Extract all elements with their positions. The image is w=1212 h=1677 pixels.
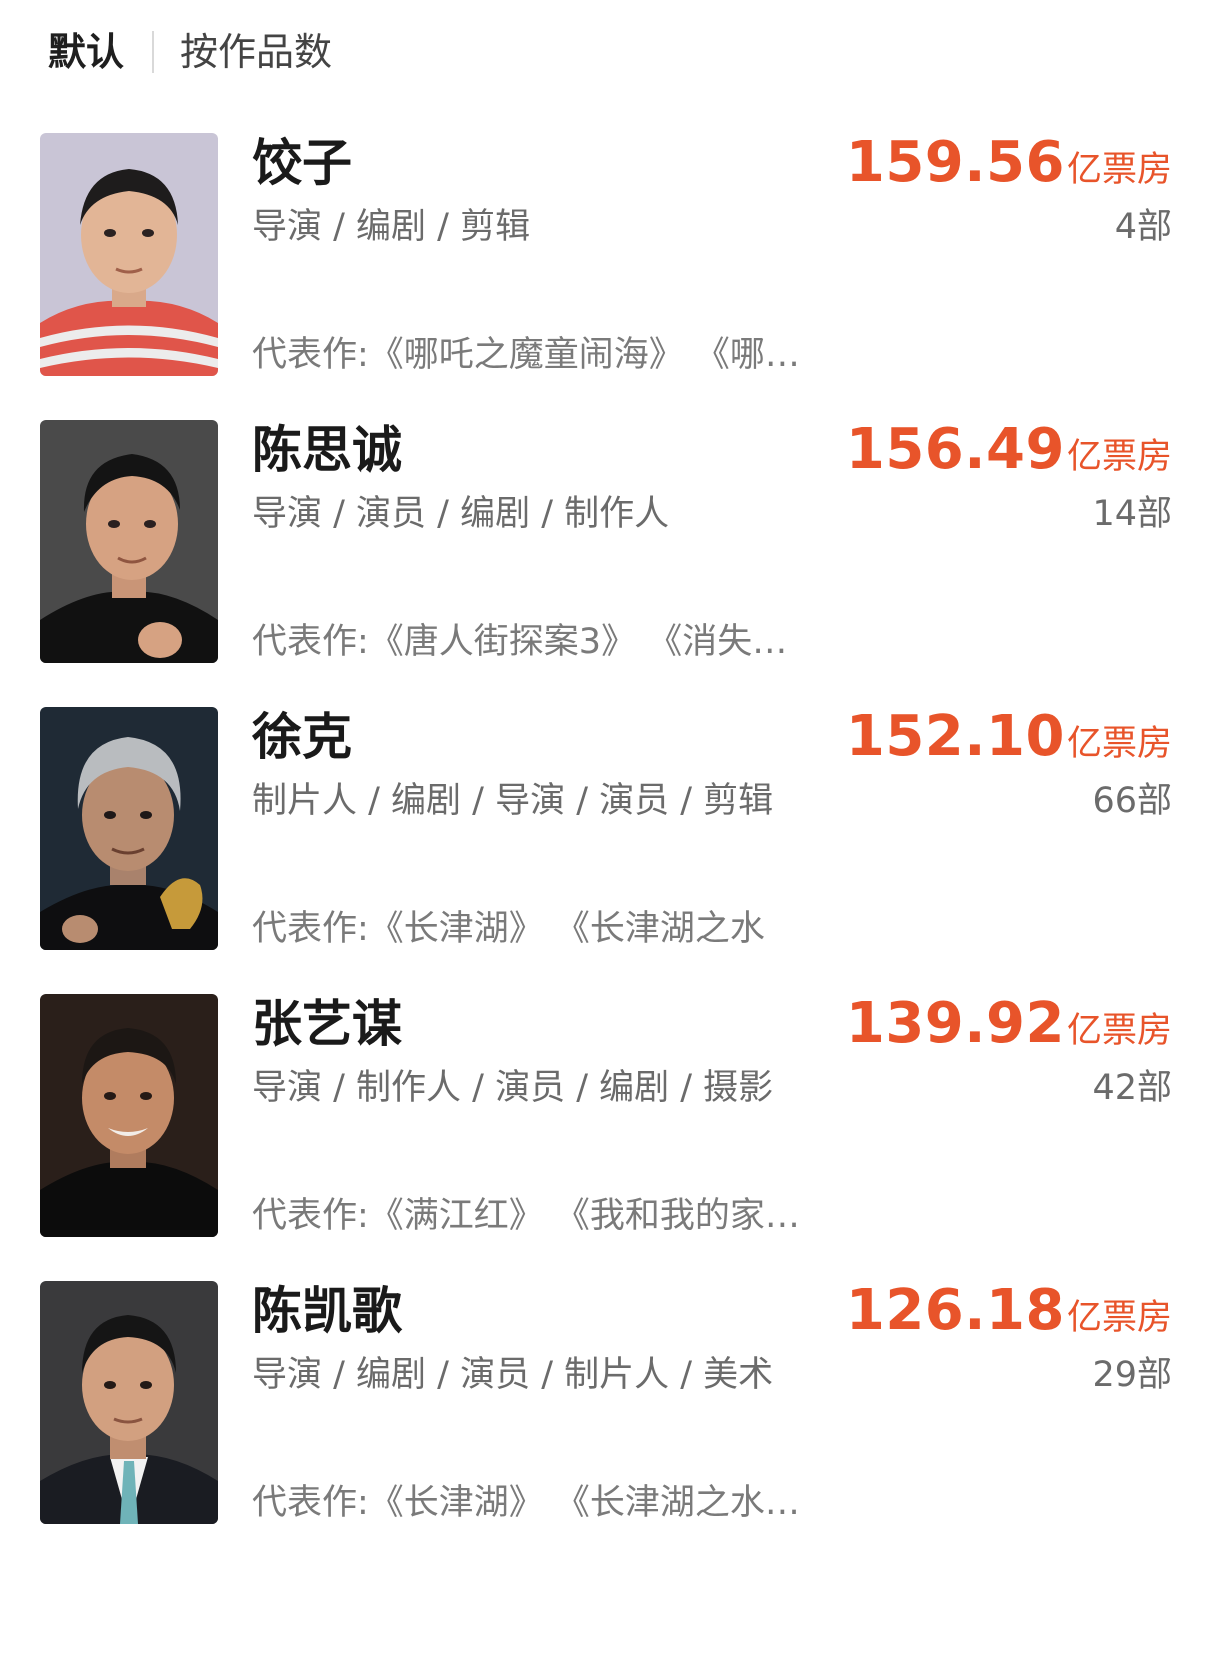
work-count: 42部 <box>1092 1068 1172 1108</box>
representative-works: 代表作:《哪吒之魔童闹海》 《哪… <box>252 331 800 379</box>
avatar-portrait <box>40 133 218 376</box>
box-office: 139.92亿票房 <box>846 992 1172 1063</box>
avatar-portrait <box>40 994 218 1237</box>
avatar-portrait <box>40 1281 218 1524</box>
box-office-value: 126.18 <box>845 1278 1065 1343</box>
box-office-value: 152.10 <box>845 704 1065 769</box>
sort-tabs: 默认 按作品数 <box>48 22 332 82</box>
work-count: 4部 <box>1114 207 1172 247</box>
works-prefix: 代表作: <box>252 1196 369 1236</box>
box-office-unit: 亿票房 <box>1066 150 1172 190</box>
box-office: 152.10亿票房 <box>846 705 1172 776</box>
person-name: 饺子 <box>252 134 352 192</box>
person-name: 徐克 <box>252 708 352 766</box>
work-count: 29部 <box>1092 1355 1172 1395</box>
works-titles: 《哪吒之魔童闹海》 《哪… <box>368 335 800 375</box>
avatar-portrait <box>40 420 218 663</box>
list-item-person-1[interactable]: 饺子 导演 / 编剧 / 剪辑 代表作:《哪吒之魔童闹海》 《哪… 159.56… <box>0 131 1212 379</box>
box-office-value: 156.49 <box>845 417 1065 482</box>
list-item-person-3[interactable]: 徐克 制片人 / 编剧 / 导演 / 演员 / 剪辑 代表作:《长津湖》 《长津… <box>0 705 1212 953</box>
person-roles: 导演 / 编剧 / 演员 / 制片人 / 美术 <box>252 1355 774 1395</box>
box-office-unit: 亿票房 <box>1066 1011 1172 1051</box>
person-roles: 导演 / 编剧 / 剪辑 <box>252 207 531 247</box>
works-titles: 《唐人街探案3》 《消失… <box>368 622 788 662</box>
representative-works: 代表作:《长津湖》 《长津湖之水… <box>252 1479 800 1527</box>
work-count: 66部 <box>1092 781 1172 821</box>
person-roles: 导演 / 制作人 / 演员 / 编剧 / 摄影 <box>252 1068 774 1108</box>
list-item-person-5[interactable]: 陈凯歌 导演 / 编剧 / 演员 / 制片人 / 美术 代表作:《长津湖》 《长… <box>0 1279 1212 1527</box>
person-name: 陈凯歌 <box>252 1282 402 1340</box>
representative-works: 代表作:《满江红》 《我和我的家… <box>252 1192 800 1240</box>
avatar-portrait <box>40 707 218 950</box>
works-titles: 《满江红》 《我和我的家… <box>368 1196 800 1236</box>
representative-works: 代表作:《唐人街探案3》 《消失… <box>252 618 787 666</box>
works-prefix: 代表作: <box>252 909 369 949</box>
works-titles: 《长津湖》 《长津湖之水… <box>368 1483 800 1523</box>
representative-works: 代表作:《长津湖》 《长津湖之水 <box>252 905 765 953</box>
works-prefix: 代表作: <box>252 1483 369 1523</box>
works-prefix: 代表作: <box>252 335 369 375</box>
works-titles: 《长津湖》 《长津湖之水 <box>368 909 765 949</box>
list-item-person-2[interactable]: 陈思诚 导演 / 演员 / 编剧 / 制作人 代表作:《唐人街探案3》 《消失…… <box>0 418 1212 666</box>
works-prefix: 代表作: <box>252 622 369 662</box>
person-name: 陈思诚 <box>252 421 402 479</box>
tab-default[interactable]: 默认 <box>48 22 124 82</box>
box-office-unit: 亿票房 <box>1066 724 1172 764</box>
box-office: 159.56亿票房 <box>846 131 1172 202</box>
work-count: 14部 <box>1092 494 1172 534</box>
person-roles: 导演 / 演员 / 编剧 / 制作人 <box>252 494 670 534</box>
box-office: 156.49亿票房 <box>846 418 1172 489</box>
box-office-unit: 亿票房 <box>1066 437 1172 477</box>
person-name: 张艺谋 <box>252 995 402 1053</box>
tab-by-work-count[interactable]: 按作品数 <box>180 22 332 82</box>
box-office: 126.18亿票房 <box>846 1279 1172 1350</box>
box-office-unit: 亿票房 <box>1066 1298 1172 1338</box>
box-office-value: 139.92 <box>845 991 1065 1056</box>
list-item-person-4[interactable]: 张艺谋 导演 / 制作人 / 演员 / 编剧 / 摄影 代表作:《满江红》 《我… <box>0 992 1212 1240</box>
tab-divider <box>152 31 155 73</box>
person-roles: 制片人 / 编剧 / 导演 / 演员 / 剪辑 <box>252 781 774 821</box>
box-office-value: 159.56 <box>845 130 1065 195</box>
